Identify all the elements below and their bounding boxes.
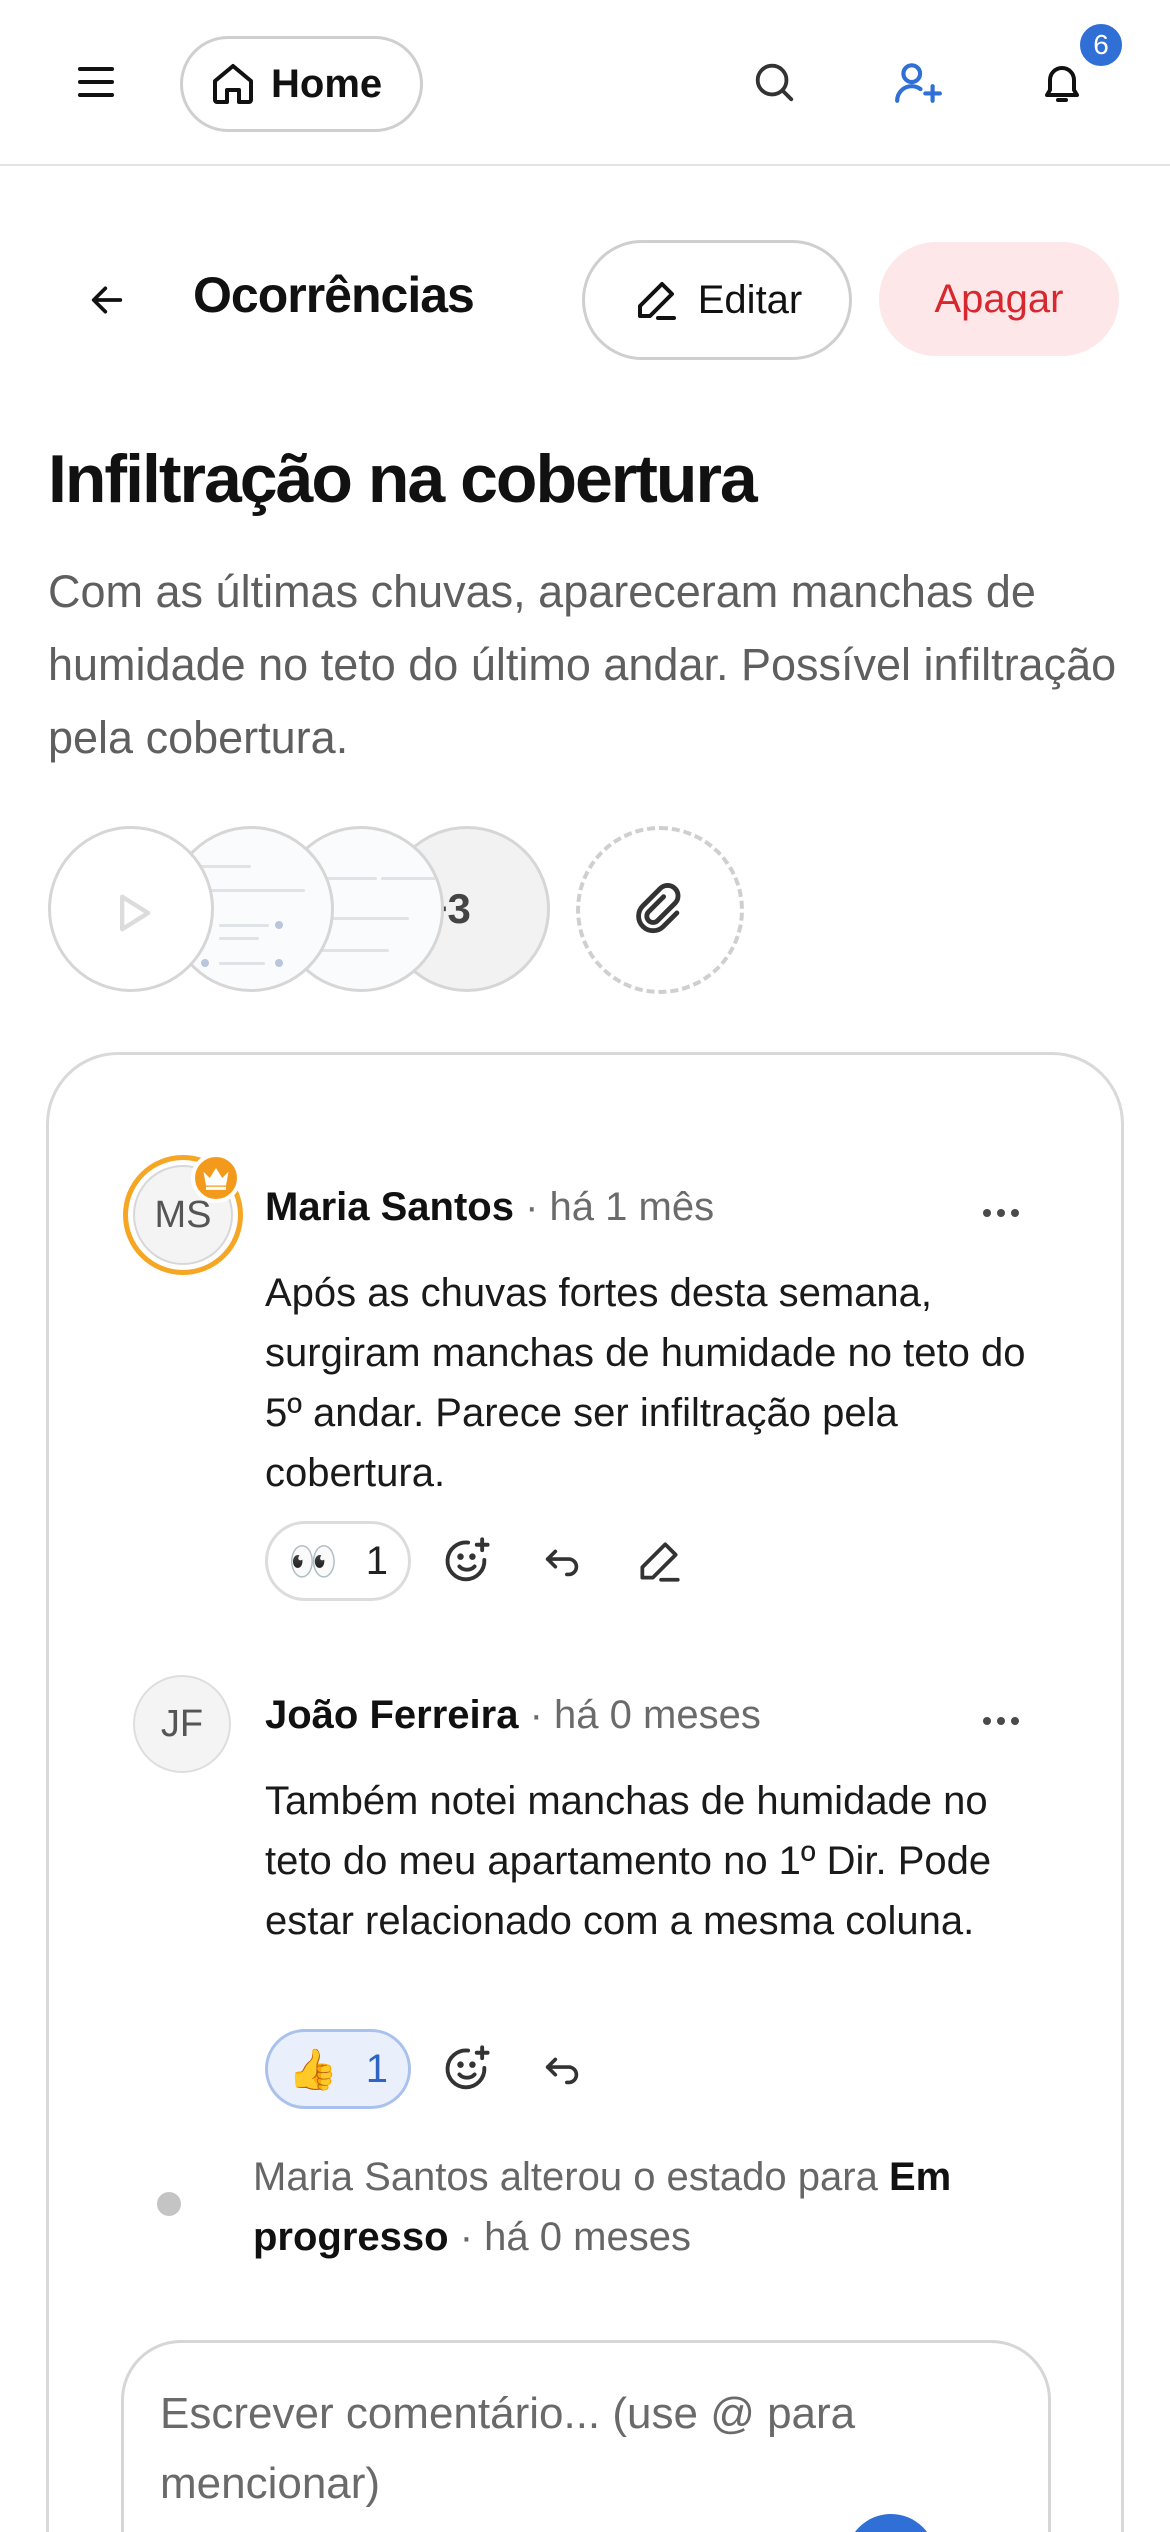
edit-comment-button[interactable] xyxy=(629,1531,689,1591)
delete-label: Apagar xyxy=(934,276,1064,321)
issue-title: Infiltração na cobertura xyxy=(48,441,758,517)
comment-header: Maria Santos · há 1 mês xyxy=(265,1185,714,1230)
home-label: Home xyxy=(271,61,383,106)
reaction-emoji: 👍 xyxy=(287,2047,338,2092)
crown-icon xyxy=(203,1168,229,1190)
smiley-plus-icon xyxy=(445,1537,490,1582)
add-user-icon xyxy=(895,63,942,103)
status-actor-text: Maria Santos alterou o estado para xyxy=(253,2155,878,2199)
more-dot xyxy=(983,1717,991,1725)
timeline-dot xyxy=(157,2192,181,2216)
add-attachment-button[interactable] xyxy=(576,826,744,994)
reaction-count: 1 xyxy=(365,2046,389,2091)
owner-badge xyxy=(191,1153,241,1203)
search-icon xyxy=(755,63,794,102)
reply-button[interactable] xyxy=(533,2039,593,2099)
menu-icon xyxy=(78,67,114,97)
search-button[interactable] xyxy=(738,46,810,118)
arrow-left-icon xyxy=(91,286,123,314)
add-reaction-button[interactable] xyxy=(437,2039,497,2099)
edit-button[interactable]: Editar xyxy=(582,240,852,360)
page-title: Ocorrências xyxy=(193,267,475,323)
smiley-plus-icon xyxy=(445,2045,490,2090)
comment-body: Também notei manchas de humidade no teto… xyxy=(265,1779,992,1943)
status-time: · há 0 meses xyxy=(459,2215,691,2259)
more-dot xyxy=(997,1209,1005,1217)
comment-author[interactable]: João Ferreira xyxy=(265,1693,518,1737)
comment-more-button[interactable] xyxy=(971,1701,1031,1741)
home-icon xyxy=(213,64,253,104)
edit-label: Editar xyxy=(697,277,803,322)
reaction-chip[interactable]: 👀 1 xyxy=(265,1521,411,1601)
paperclip-icon xyxy=(636,883,681,934)
comment-header: João Ferreira · há 0 meses xyxy=(265,1693,761,1738)
home-button[interactable]: Home xyxy=(180,36,423,132)
video-attachment-thumbnail[interactable] xyxy=(48,826,214,992)
delete-button[interactable]: Apagar xyxy=(879,242,1119,356)
issue-description: Com as últimas chuvas, apareceram mancha… xyxy=(48,566,1117,763)
avatar-initials: MS xyxy=(154,1193,212,1236)
more-dot xyxy=(983,1209,991,1217)
header-separator: · xyxy=(525,1185,539,1229)
header-separator: · xyxy=(529,1693,543,1737)
reaction-emoji: 👀 xyxy=(287,1539,338,1584)
back-button[interactable] xyxy=(72,262,142,338)
comment-time: há 1 mês xyxy=(549,1185,715,1229)
pencil-icon xyxy=(640,1542,680,1582)
notifications-count-badge: 6 xyxy=(1076,20,1126,70)
reply-button[interactable] xyxy=(533,1531,593,1591)
avatar[interactable]: JF xyxy=(133,1675,231,1773)
reply-icon xyxy=(545,2057,579,2085)
bell-icon xyxy=(1045,66,1079,102)
more-dot xyxy=(997,1717,1005,1725)
attachments-row: +3 xyxy=(48,826,808,996)
menu-button[interactable] xyxy=(62,48,130,116)
comment-input[interactable] xyxy=(160,2379,900,2529)
add-reaction-button[interactable] xyxy=(437,1531,497,1591)
more-dot xyxy=(1011,1717,1019,1725)
comment-author[interactable]: Maria Santos xyxy=(265,1185,514,1229)
invite-user-button[interactable] xyxy=(882,46,954,118)
status-change-event: Maria Santos alterou o estado para Em pr… xyxy=(253,2147,1073,2267)
more-dot xyxy=(1011,1209,1019,1217)
reaction-count: 1 xyxy=(365,1538,389,1583)
top-app-bar: Home 6 xyxy=(0,0,1170,166)
avatar-initials: JF xyxy=(160,1702,204,1745)
pencil-icon xyxy=(637,282,676,320)
reply-icon xyxy=(545,1549,579,1577)
comment-composer xyxy=(121,2340,1051,2532)
reaction-chip[interactable]: 👍 1 xyxy=(265,2029,411,2109)
play-icon xyxy=(120,894,151,932)
comment-more-button[interactable] xyxy=(971,1193,1031,1233)
comment-body: Após as chuvas fortes desta semana, surg… xyxy=(265,1271,1026,1495)
comments-card: MS Maria Santos · há 1 mês Após as chuva… xyxy=(46,1052,1124,2532)
comment-time: há 0 meses xyxy=(554,1693,761,1737)
